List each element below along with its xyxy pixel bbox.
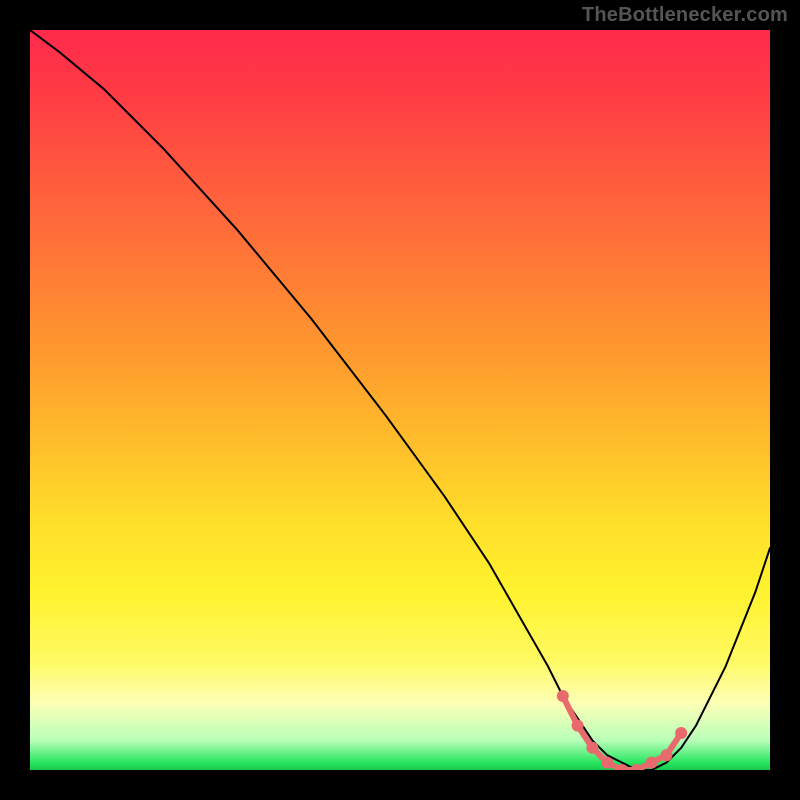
chart-frame: TheBottlenecker.com: [0, 0, 800, 800]
chart-svg: [30, 30, 770, 770]
sweet-spot-marker: [675, 727, 687, 739]
sweet-spot-marker: [646, 757, 658, 769]
sweet-spot-markers: [557, 690, 687, 770]
sweet-spot-marker: [660, 749, 672, 761]
sweet-spot-marker: [572, 720, 584, 732]
sweet-spot-marker: [601, 757, 613, 769]
watermark-text: TheBottlenecker.com: [582, 4, 788, 27]
plot-area: [30, 30, 770, 770]
sweet-spot-marker: [557, 690, 569, 702]
sweet-spot-marker: [586, 742, 598, 754]
bottleneck-curve-line: [30, 30, 770, 770]
